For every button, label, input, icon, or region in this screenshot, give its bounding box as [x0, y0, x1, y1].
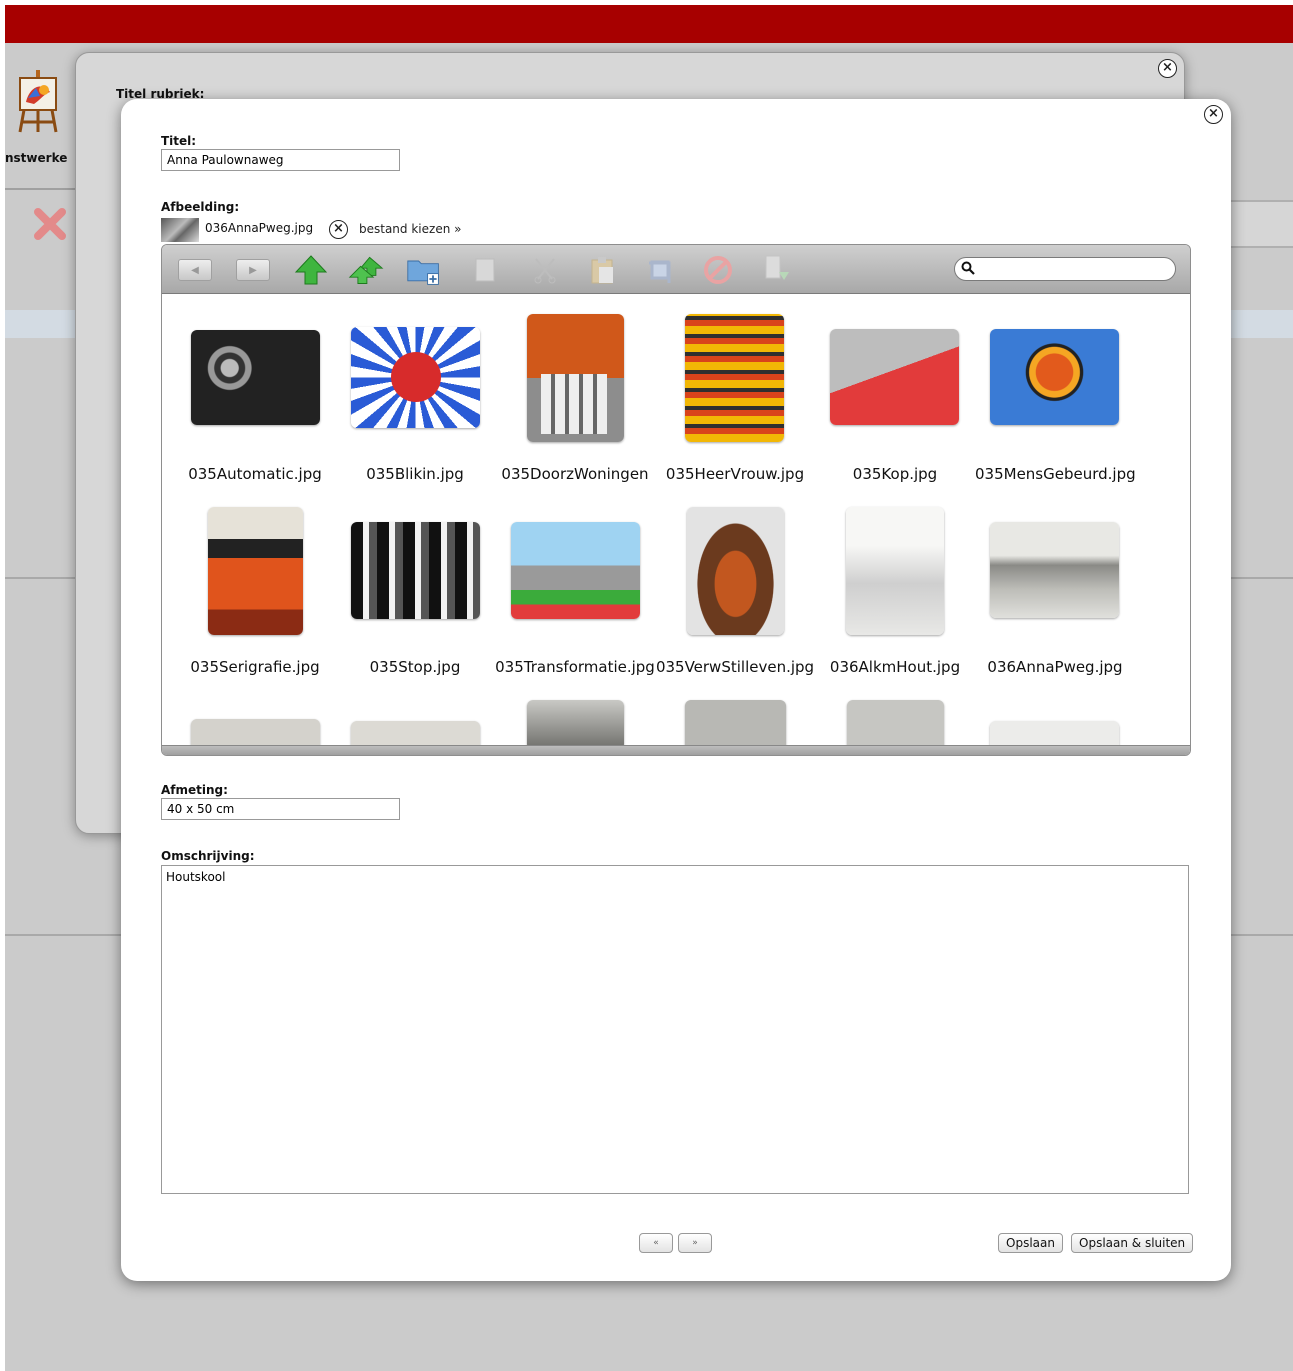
file-name: 035DoorzWoningen [501, 465, 649, 483]
copy-icon[interactable] [467, 255, 503, 285]
file-item[interactable]: 035VerwStilleven.jpg [655, 503, 815, 693]
easel-icon[interactable] [14, 68, 62, 134]
file-thumbnail [990, 329, 1119, 425]
file-browser-statusbar [162, 745, 1190, 755]
up-folder-icon[interactable] [293, 255, 329, 285]
file-thumbnail [511, 522, 640, 619]
file-thumbnail [687, 507, 784, 635]
file-thumbnail[interactable] [990, 721, 1119, 745]
next-button[interactable]: » [678, 1233, 712, 1253]
search-icon [961, 261, 975, 275]
save-button[interactable]: Opslaan [998, 1233, 1063, 1253]
cut-icon[interactable] [527, 255, 563, 285]
paste-icon[interactable] [584, 255, 620, 285]
file-name: 035Stop.jpg [369, 658, 461, 676]
size-input[interactable] [161, 798, 400, 820]
forward-icon[interactable]: ▶ [236, 259, 270, 281]
file-thumbnail [990, 522, 1119, 618]
file-item[interactable]: 035Serigrafie.jpg [175, 503, 335, 693]
file-item[interactable]: 036AlkmHout.jpg [815, 503, 975, 693]
file-thumbnail [685, 314, 784, 442]
file-name: 035Serigrafie.jpg [190, 658, 320, 676]
artwork-edit-dialog: × Titel: Afbeelding: 036AnnaPweg.jpg × b… [121, 99, 1231, 1281]
file-thumbnail[interactable] [685, 700, 786, 745]
file-name: 035VerwStilleven.jpg [655, 658, 815, 676]
section-label: nstwerke [5, 151, 68, 165]
file-thumbnail [351, 522, 480, 619]
file-thumbnail[interactable] [527, 700, 624, 745]
current-image-thumbnail [161, 218, 199, 242]
remove-image-icon[interactable]: × [329, 220, 348, 239]
download-icon[interactable] [758, 255, 794, 285]
file-thumbnail[interactable] [191, 719, 320, 745]
file-browser: ◀ ▶ 035Automatic.jpg 035Blikin.jpg 035Do… [161, 244, 1191, 756]
file-name: 035Transformatie.jpg [495, 658, 655, 676]
close-icon[interactable]: × [1204, 105, 1223, 124]
file-thumbnail [527, 314, 624, 442]
file-item[interactable]: 035Stop.jpg [335, 503, 495, 693]
file-name: 035Blikin.jpg [366, 465, 464, 483]
close-icon[interactable]: × [1158, 59, 1177, 78]
file-thumbnail [830, 329, 959, 425]
delete-file-icon[interactable] [700, 255, 736, 285]
file-item[interactable]: 035MensGebeurd.jpg [975, 310, 1135, 500]
delete-icon[interactable] [32, 206, 68, 242]
description-textarea[interactable]: Houtskool [161, 865, 1189, 1194]
back-icon[interactable]: ◀ [178, 259, 212, 281]
file-name: 035Automatic.jpg [188, 465, 322, 483]
choose-file-link[interactable]: bestand kiezen » [359, 222, 461, 236]
file-thumbnail [846, 507, 944, 635]
app-header-bar [5, 5, 1293, 43]
file-thumbnail[interactable] [351, 721, 480, 745]
save-and-close-button[interactable]: Opslaan & sluiten [1071, 1233, 1194, 1253]
file-grid: 035Automatic.jpg 035Blikin.jpg 035DoorzW… [162, 295, 1190, 745]
file-browser-toolbar: ◀ ▶ [162, 245, 1190, 294]
file-thumbnail [208, 507, 303, 635]
previous-button[interactable]: « [639, 1233, 673, 1253]
title-input[interactable] [161, 149, 400, 171]
file-name: 035Kop.jpg [852, 465, 938, 483]
file-item[interactable]: 035HeerVrouw.jpg [655, 310, 815, 500]
file-item[interactable]: 035Kop.jpg [815, 310, 975, 500]
file-thumbnail [191, 330, 320, 425]
file-name: 036AlkmHout.jpg [829, 658, 961, 676]
file-item[interactable]: 035DoorzWoningen [495, 310, 655, 500]
new-folder-icon[interactable] [406, 255, 442, 285]
crop-icon[interactable] [642, 255, 678, 285]
file-name: 035MensGebeurd.jpg [975, 465, 1135, 483]
file-item[interactable]: 035Automatic.jpg [175, 310, 335, 500]
file-name: 036AnnaPweg.jpg [987, 658, 1123, 676]
file-item[interactable]: 035Blikin.jpg [335, 310, 495, 500]
file-item[interactable]: 035Transformatie.jpg [495, 503, 655, 693]
file-thumbnail[interactable] [847, 700, 944, 745]
upload-icon[interactable] [348, 255, 384, 285]
file-thumbnail [351, 327, 480, 428]
search-box[interactable] [954, 257, 1176, 281]
image-label: Afbeelding: [161, 200, 240, 214]
title-label: Titel: [161, 134, 197, 148]
size-label: Afmeting: [161, 783, 228, 797]
file-name: 035HeerVrouw.jpg [665, 465, 805, 483]
file-item[interactable]: 036AnnaPweg.jpg [975, 503, 1135, 693]
search-input[interactable] [981, 260, 1169, 278]
current-file-name: 036AnnaPweg.jpg [205, 221, 314, 235]
description-label: Omschrijving: [161, 849, 255, 863]
